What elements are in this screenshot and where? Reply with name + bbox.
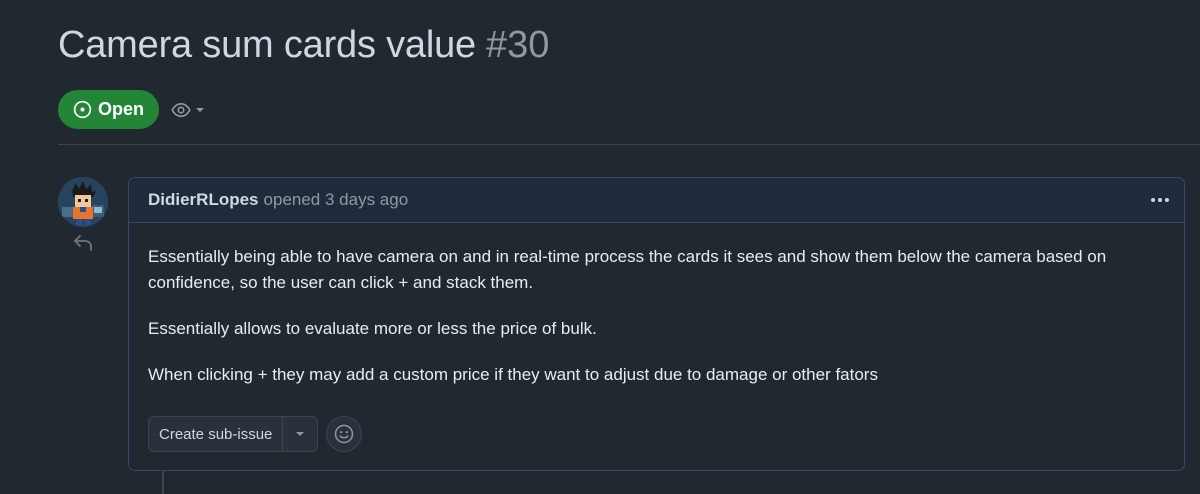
avatar-image (58, 177, 108, 227)
kebab-dot (1158, 198, 1162, 202)
issue-title: Camera sum cards value (58, 24, 476, 66)
comment-options-button[interactable] (1148, 188, 1172, 212)
timeline-connector (162, 470, 164, 494)
kebab-dot (1151, 198, 1155, 202)
issue-state-label: Open (98, 99, 145, 119)
comment-header: DidierRLopes opened 3 days ago (129, 178, 1184, 223)
create-subissue-button[interactable]: Create sub-issue (149, 417, 284, 451)
issue-state-badge: Open (58, 90, 160, 129)
create-subissue-group: Create sub-issue (148, 416, 319, 452)
chevron-down-icon (296, 432, 305, 436)
chevron-down-icon (196, 107, 205, 112)
comment-paragraph: When clicking + they may add a custom pr… (148, 365, 878, 384)
header-divider (58, 144, 1200, 145)
issue-open-icon (73, 100, 92, 119)
issue-comment: DidierRLopes opened 3 days ago Essential… (128, 177, 1185, 471)
comment-paragraph: Essentially being able to have camera on… (148, 247, 1107, 292)
comment-paragraph: Essentially allows to evaluate more or l… (148, 319, 597, 338)
reply-icon[interactable] (72, 234, 94, 257)
comment-author[interactable]: DidierRLopes (148, 190, 259, 210)
comment-meta[interactable]: opened 3 days ago (264, 190, 409, 210)
kebab-dot (1165, 198, 1169, 202)
smiley-icon (335, 424, 354, 444)
create-subissue-dropdown[interactable] (283, 417, 317, 451)
watch-dropdown[interactable] (171, 100, 205, 120)
issue-title-row: Camera sum cards value #30 (58, 24, 549, 67)
eye-icon (171, 102, 191, 117)
add-reaction-button[interactable] (326, 416, 363, 452)
avatar[interactable] (58, 177, 108, 227)
comment-actions: Create sub-issue (148, 416, 363, 452)
issue-number: #30 (485, 24, 550, 66)
issue-state-row: Open (58, 90, 205, 129)
comment-body: Essentially being able to have camera on… (129, 223, 1184, 388)
